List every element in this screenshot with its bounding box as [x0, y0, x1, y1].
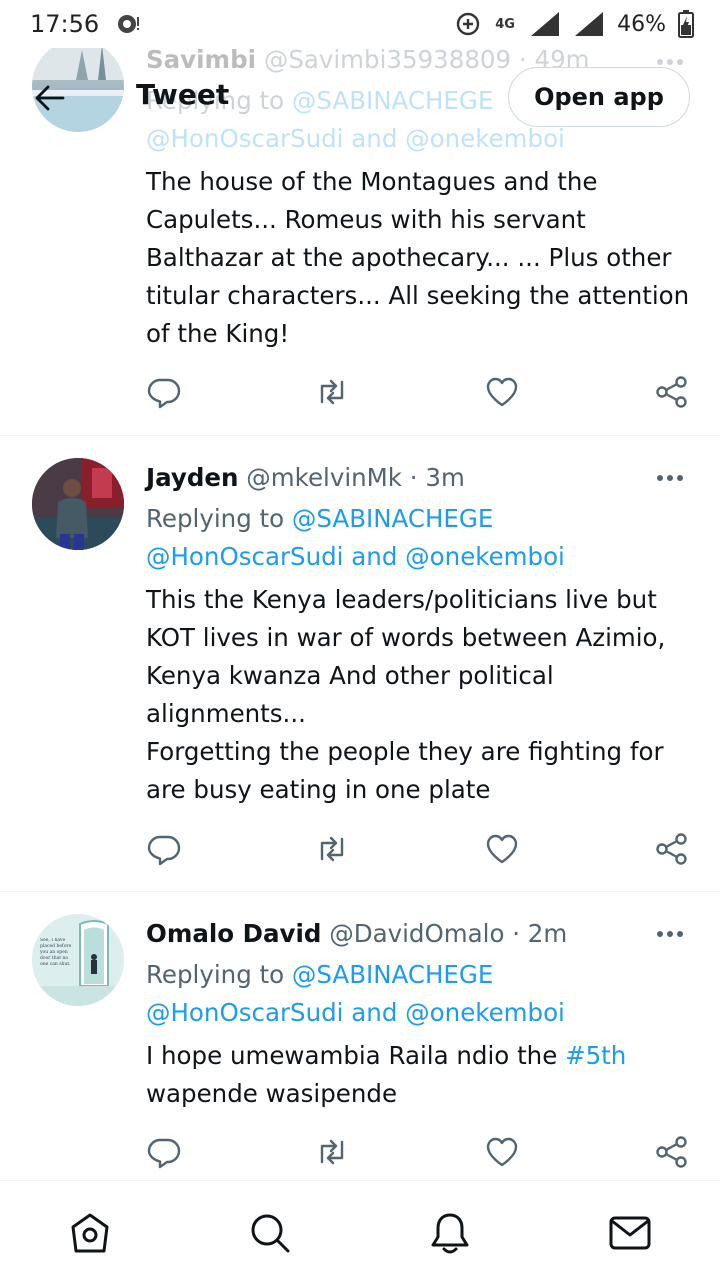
reply-icon[interactable] — [146, 1134, 182, 1170]
tweet-text: I hope umewambia Raila ndio the #5th wape… — [146, 1037, 696, 1113]
hashtag-link[interactable]: #5th — [565, 1041, 626, 1070]
tweet-time: · 2m — [512, 919, 568, 948]
signal-icon — [531, 12, 560, 36]
avatar[interactable] — [32, 458, 124, 550]
nav-messages[interactable] — [608, 1211, 652, 1255]
replying-to-more: @HonOscarSudi and @onekemboi — [146, 994, 565, 1032]
top-header: Tweet Open app — [0, 48, 720, 148]
page-title: Tweet — [136, 78, 230, 111]
home-icon — [71, 1213, 109, 1253]
mention-link[interactable]: @HonOscarSudi — [146, 542, 343, 571]
tweet-header: Omalo David @DavidOmalo · 2m — [146, 919, 567, 948]
tweet-actions — [146, 1134, 696, 1174]
notifications-icon — [431, 1213, 469, 1254]
share-icon[interactable] — [654, 831, 690, 867]
mention-link[interactable]: @onekemboi — [405, 542, 565, 571]
share-icon[interactable] — [654, 1134, 690, 1170]
replying-to-label: Replying to — [146, 960, 285, 989]
tweet-text: This the Kenya leaders/politicians live … — [146, 585, 666, 804]
network-type-icon: 4G — [495, 16, 515, 32]
avatar-caption: See, I have placed before you an open do… — [40, 938, 72, 967]
replying-to-more: @HonOscarSudi and @onekemboi — [146, 538, 565, 576]
bottom-nav — [0, 1180, 720, 1280]
mention-and: and — [351, 998, 398, 1027]
tweet-text: The house of the Montagues and the Capul… — [146, 167, 690, 348]
search-icon — [251, 1214, 290, 1253]
more-icon[interactable] — [652, 922, 688, 946]
retweet-icon[interactable] — [314, 831, 350, 867]
data-saver-icon — [456, 12, 480, 36]
replying-to: Replying to @SABINACHEGE — [146, 956, 493, 994]
mention-and: and — [351, 542, 398, 571]
heart-icon[interactable] — [484, 831, 520, 867]
retweet-icon[interactable] — [314, 1134, 350, 1170]
back-button[interactable] — [24, 72, 76, 124]
mention-link[interactable]: @onekemboi — [405, 998, 565, 1027]
replying-to: Replying to @SABINACHEGE — [146, 500, 493, 538]
replying-to-label: Replying to — [146, 504, 285, 533]
messages-icon — [609, 1216, 651, 1250]
divider — [0, 435, 720, 436]
tweet-actions — [146, 374, 696, 414]
mention-link[interactable]: @SABINACHEGE — [292, 960, 493, 989]
status-icons: 4G 46% — [455, 8, 694, 40]
heart-icon[interactable] — [484, 1134, 520, 1170]
avatar[interactable]: See, I have placed before you an open do… — [32, 914, 124, 1006]
tweet-feed[interactable]: Savimbi @Savimbi35938809 · 49m Replying … — [0, 0, 720, 1180]
battery-percent: 46% — [617, 11, 666, 37]
retweet-icon[interactable] — [314, 374, 350, 410]
share-icon[interactable] — [654, 374, 690, 410]
signal-icon — [575, 12, 604, 36]
arrow-left-icon — [35, 85, 65, 111]
reply-icon[interactable] — [146, 374, 182, 410]
nav-notifications[interactable] — [428, 1211, 472, 1255]
status-bar: 17:56 4G 46% — [0, 0, 720, 48]
divider — [0, 891, 720, 892]
author-name[interactable]: Omalo David — [146, 919, 321, 948]
tweet-header: Jayden @mkelvinMk · 3m — [146, 463, 465, 492]
heart-icon[interactable] — [484, 374, 520, 410]
tweet-time: · 3m — [409, 463, 465, 492]
reply-icon[interactable] — [146, 831, 182, 867]
record-icon — [118, 15, 139, 33]
author-handle[interactable]: @DavidOmalo — [329, 919, 504, 948]
more-icon[interactable] — [652, 466, 688, 490]
nav-search[interactable] — [248, 1211, 292, 1255]
open-app-button[interactable]: Open app — [508, 67, 690, 127]
tweet-text-part: I hope umewambia Raila ndio the — [146, 1041, 566, 1070]
tweet-actions — [146, 831, 696, 871]
nav-home[interactable] — [68, 1211, 112, 1255]
tweet-text-part: wapende wasipende — [146, 1079, 398, 1108]
battery-icon — [678, 10, 694, 38]
author-handle[interactable]: @mkelvinMk — [246, 463, 402, 492]
status-time: 17:56 — [30, 10, 100, 38]
author-name[interactable]: Jayden — [146, 463, 238, 492]
mention-link[interactable]: @SABINACHEGE — [292, 504, 493, 533]
mention-link[interactable]: @HonOscarSudi — [146, 998, 343, 1027]
